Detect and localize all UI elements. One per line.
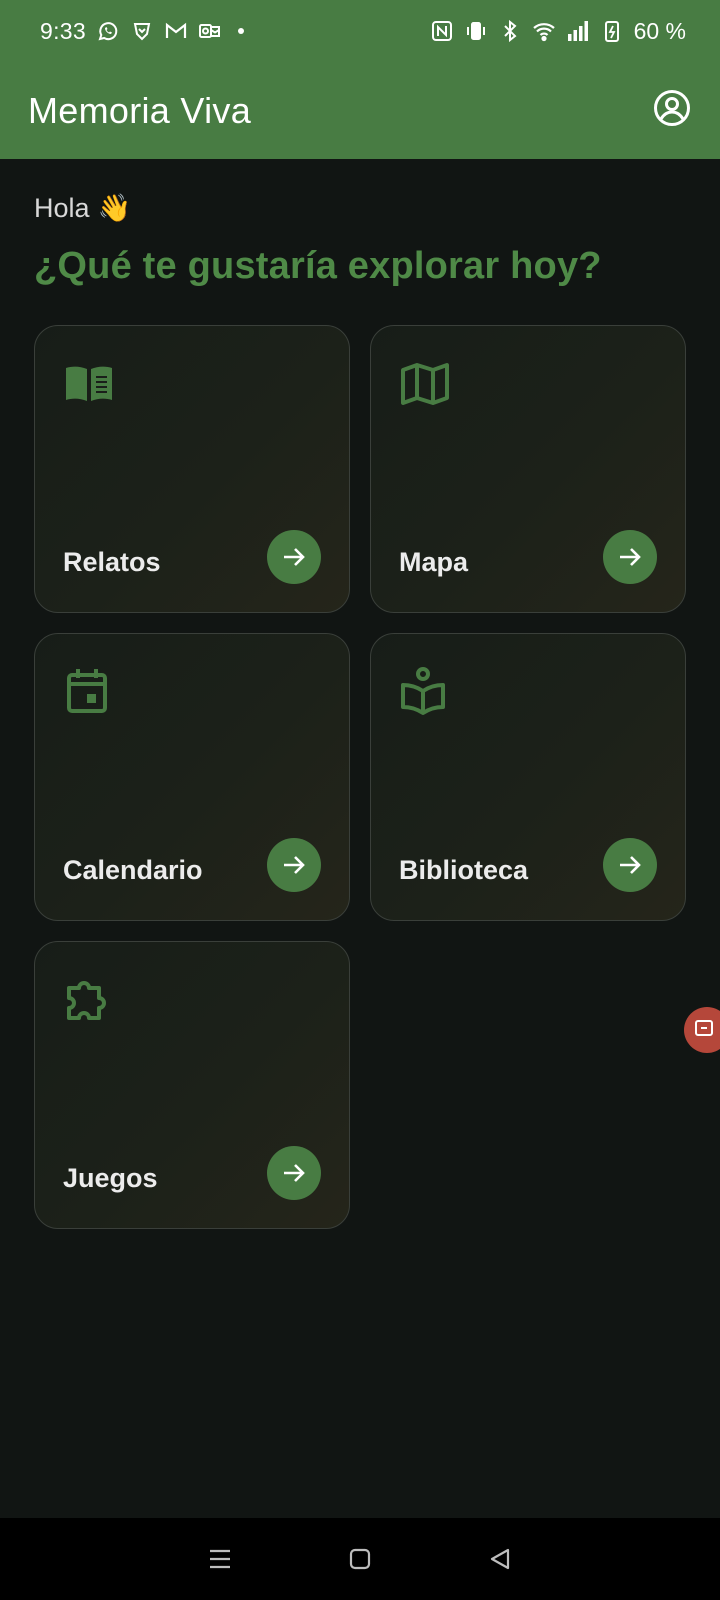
square-icon <box>349 1548 371 1570</box>
puzzle-icon <box>63 974 115 1026</box>
card-label: Relatos <box>63 547 161 577</box>
arrow-right-icon <box>620 856 641 874</box>
card-arrow-button[interactable] <box>267 530 321 584</box>
gmail-icon <box>164 19 188 43</box>
card-label: Mapa <box>399 547 469 577</box>
app-bar: Memoria Viva <box>0 62 720 159</box>
greeting-text: Hola <box>34 192 90 223</box>
video-camera-icon <box>694 1017 720 1044</box>
card-calendario[interactable]: Calendario <box>34 633 350 921</box>
account-circle-icon <box>652 88 692 133</box>
back-triangle-icon <box>490 1548 510 1570</box>
signal-icon <box>566 19 590 43</box>
book-open-icon <box>63 358 115 410</box>
nfc-icon <box>430 19 454 43</box>
reading-person-icon <box>399 666 451 718</box>
system-navigation-bar <box>0 1518 720 1600</box>
card-biblioteca[interactable]: Biblioteca <box>370 633 686 921</box>
card-relatos[interactable]: Relatos <box>34 325 350 613</box>
bluetooth-icon <box>498 19 522 43</box>
map-icon <box>399 358 451 410</box>
card-label: Calendario <box>63 855 203 885</box>
greeting: Hola 👋 <box>34 192 131 224</box>
outlook-icon <box>198 19 222 43</box>
app-title: Memoria Viva <box>28 89 252 131</box>
more-notifications-dot <box>237 28 244 34</box>
arrow-right-icon <box>284 1164 305 1182</box>
arrow-right-icon <box>284 856 305 874</box>
card-label: Juegos <box>63 1163 158 1193</box>
arrow-right-icon <box>620 548 641 566</box>
whatsapp-icon <box>96 19 120 43</box>
card-arrow-button[interactable] <box>603 838 657 892</box>
calendar-icon <box>63 666 115 718</box>
card-mapa[interactable]: Mapa <box>370 325 686 613</box>
waving-hand-emoji: 👋 <box>97 193 132 223</box>
recent-apps-button[interactable] <box>200 1539 240 1579</box>
screen-record-button[interactable] <box>684 1007 720 1053</box>
arrow-right-icon <box>284 548 305 566</box>
vibrate-icon <box>464 19 488 43</box>
wifi-icon <box>532 19 556 43</box>
explore-prompt: ¿Qué te gustaría explorar hoy? <box>34 245 602 287</box>
card-arrow-button[interactable] <box>603 530 657 584</box>
menu-icon <box>210 1549 230 1569</box>
status-bar: 9:33 60 % <box>0 0 720 62</box>
brave-icon <box>130 19 154 43</box>
card-juegos[interactable]: Juegos <box>34 941 350 1229</box>
card-arrow-button[interactable] <box>267 1146 321 1200</box>
home-button[interactable] <box>340 1539 380 1579</box>
card-label: Biblioteca <box>399 855 529 885</box>
card-arrow-button[interactable] <box>267 838 321 892</box>
battery-percentage: 60 % <box>633 17 686 44</box>
profile-button[interactable] <box>648 87 696 135</box>
battery-charging-icon <box>600 19 624 43</box>
status-time: 9:33 <box>40 17 86 44</box>
back-button[interactable] <box>480 1539 520 1579</box>
